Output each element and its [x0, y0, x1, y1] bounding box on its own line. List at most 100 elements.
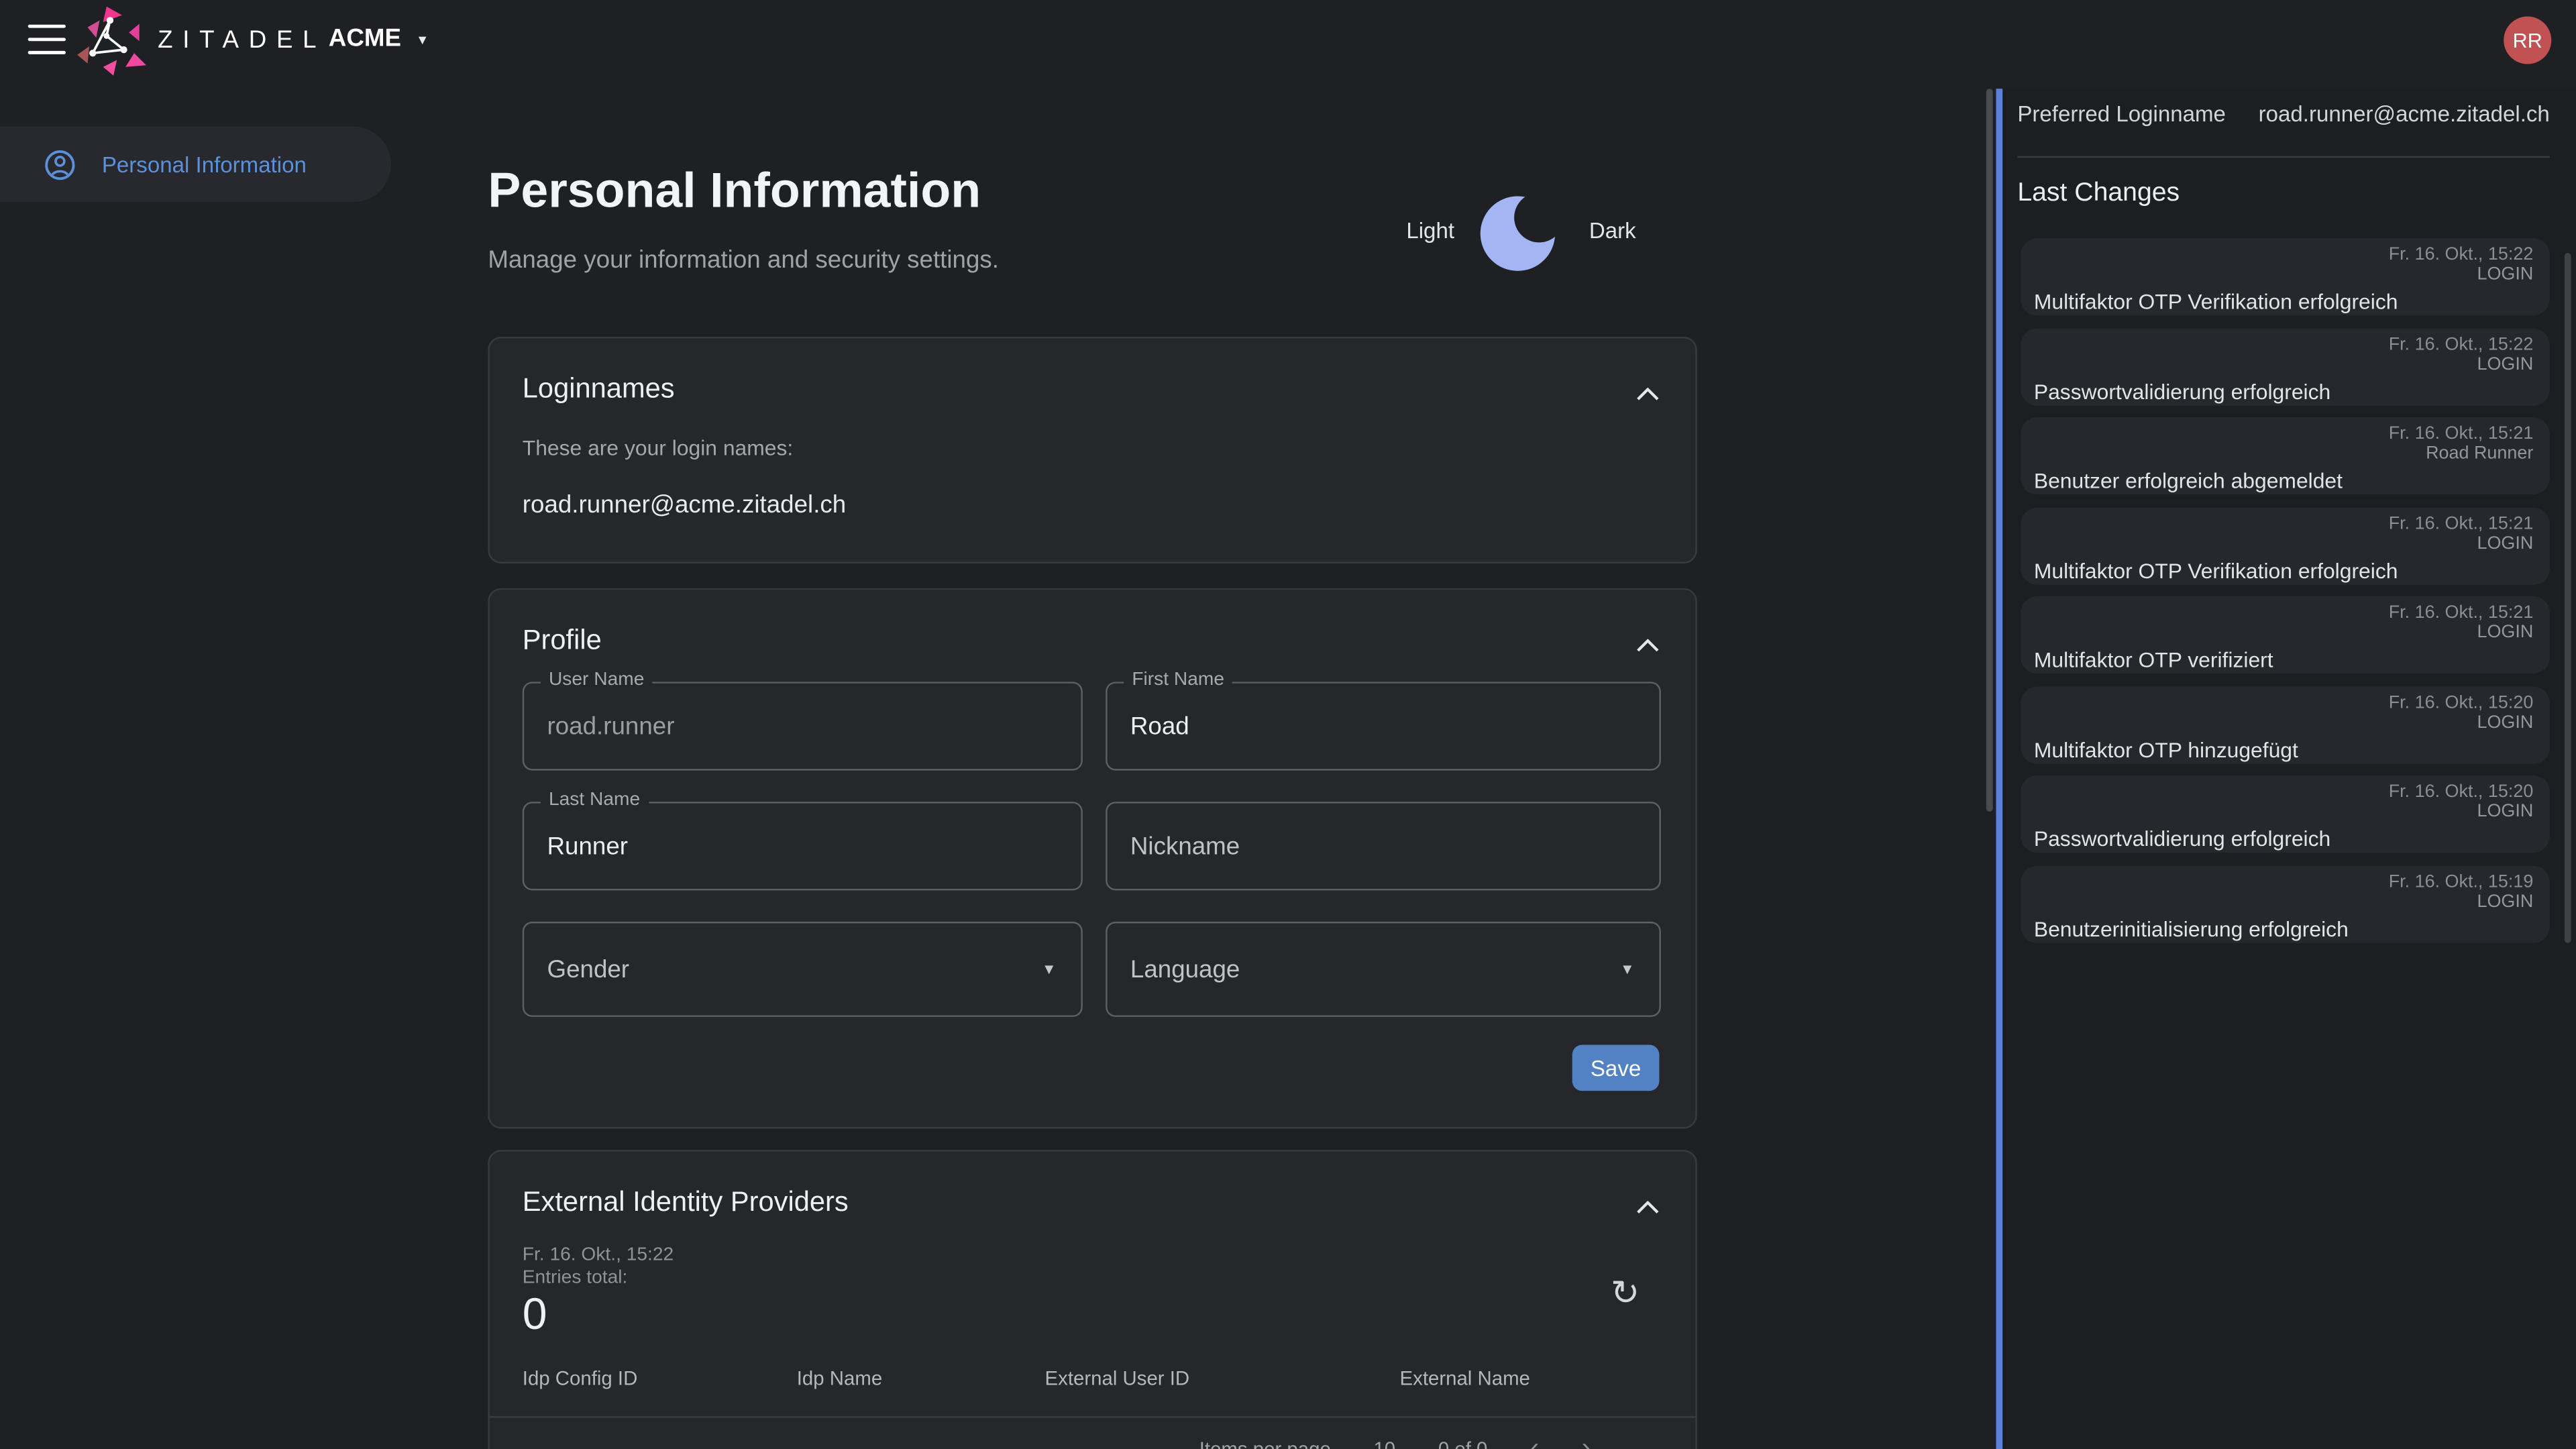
event-actor: LOGIN: [2034, 533, 2533, 553]
theme-toggle: Light Dark: [1406, 187, 1635, 272]
event-description: Benutzerinitialisierung erfolgreich: [2034, 916, 2533, 942]
event-actor: LOGIN: [2034, 623, 2533, 642]
external-idp-card: External Identity Providers Fr. 16. Okt.…: [488, 1150, 1697, 1449]
save-button[interactable]: Save: [1572, 1045, 1660, 1091]
event-description: Multifaktor OTP Verifikation erfolgreich: [2034, 557, 2533, 584]
change-event-item[interactable]: Fr. 16. Okt., 15:21 LOGIN Multifaktor OT…: [2021, 507, 2550, 584]
change-event-item[interactable]: Fr. 16. Okt., 15:21 Road Runner Benutzer…: [2021, 417, 2550, 494]
event-description: Passwortvalidierung erfolgreich: [2034, 378, 2533, 405]
first-name-value: Road: [1130, 712, 1189, 741]
sidebar-accent-divider: [1995, 89, 2002, 1449]
theme-light-label[interactable]: Light: [1406, 217, 1454, 242]
collapse-chevron-up-icon[interactable]: [1636, 633, 1659, 657]
column-header-external-user-id: External User ID: [1045, 1367, 1190, 1390]
change-event-item[interactable]: Fr. 16. Okt., 15:19 LOGIN Benutzerinitia…: [2021, 865, 2550, 942]
collapse-chevron-up-icon[interactable]: [1636, 381, 1659, 406]
user-name-label: User Name: [541, 670, 653, 690]
person-icon: [44, 149, 76, 180]
event-timestamp: Fr. 16. Okt., 15:20: [2034, 692, 2533, 712]
change-event-item[interactable]: Fr. 16. Okt., 15:22 LOGIN Multifaktor OT…: [2021, 238, 2550, 315]
page-subtitle: Manage your information and security set…: [488, 246, 999, 274]
theme-dark-label[interactable]: Dark: [1589, 217, 1636, 242]
chevron-down-icon: ▼: [416, 33, 429, 48]
event-timestamp: Fr. 16. Okt., 15:22: [2034, 334, 2533, 354]
items-per-page-value[interactable]: 10: [1373, 1438, 1395, 1449]
changes-sidebar: Preferred Loginname road.runner@acme.zit…: [2002, 89, 2576, 1449]
next-page-icon[interactable]: ›: [1582, 1439, 1591, 1449]
event-timestamp: Fr. 16. Okt., 15:21: [2034, 424, 2533, 443]
loginname-value: road.runner@acme.zitadel.ch: [523, 491, 846, 519]
column-header-idp-name: Idp Name: [797, 1367, 882, 1390]
language-placeholder: Language: [1130, 955, 1240, 983]
event-actor: LOGIN: [2034, 264, 2533, 284]
change-event-item[interactable]: Fr. 16. Okt., 15:21 LOGIN Multifaktor OT…: [2021, 596, 2550, 674]
loginnames-card: Loginnames These are your login names: r…: [488, 337, 1697, 564]
profile-card: Profile User Name road.runner First Name…: [488, 588, 1697, 1129]
change-event-item[interactable]: Fr. 16. Okt., 15:22 LOGIN Passwortvalidi…: [2021, 328, 2550, 405]
changes-scrollbar[interactable]: [2565, 253, 2571, 943]
sidebar-item-personal-information[interactable]: Personal Information: [0, 127, 391, 203]
nickname-placeholder: Nickname: [1130, 832, 1240, 860]
event-actor: LOGIN: [2034, 892, 2533, 911]
gender-select[interactable]: Gender ▼: [523, 922, 1083, 1017]
preferred-loginname-value: road.runner@acme.zitadel.ch: [2259, 102, 2550, 127]
hamburger-menu-icon[interactable]: [28, 25, 66, 54]
last-changes-list: Fr. 16. Okt., 15:22 LOGIN Multifaktor OT…: [2021, 238, 2550, 955]
event-description: Multifaktor OTP Verifikation erfolgreich: [2034, 289, 2533, 315]
org-name: ACME: [329, 25, 401, 53]
first-name-label: First Name: [1124, 670, 1232, 690]
event-timestamp: Fr. 16. Okt., 15:21: [2034, 513, 2533, 533]
column-header-external-name: External Name: [1400, 1367, 1530, 1390]
page-range: 0 of 0: [1438, 1438, 1488, 1449]
sidebar-item-label: Personal Information: [102, 152, 307, 177]
preferred-loginname-label: Preferred Loginname: [2017, 102, 2226, 127]
change-event-item[interactable]: Fr. 16. Okt., 15:20 LOGIN Multifaktor OT…: [2021, 686, 2550, 763]
event-description: Passwortvalidierung erfolgreich: [2034, 826, 2533, 853]
change-event-item[interactable]: Fr. 16. Okt., 15:20 LOGIN Passwortvalidi…: [2021, 775, 2550, 853]
profile-title: Profile: [523, 625, 602, 657]
sidebar-divider: [2017, 156, 2549, 158]
column-header-idp-config-id: Idp Config ID: [523, 1367, 638, 1390]
table-divider: [490, 1416, 1696, 1417]
event-description: Benutzer erfolgreich abgemeldet: [2034, 468, 2533, 494]
entries-total-label: Entries total:: [523, 1269, 628, 1288]
first-name-field[interactable]: First Name Road: [1106, 682, 1661, 770]
zitadel-logo-icon: [77, 7, 146, 76]
loginnames-title: Loginnames: [523, 373, 675, 406]
zitadel-console: ZITADEL ACME ▼ RR Personal Information P…: [0, 0, 2576, 1449]
event-description: Multifaktor OTP hinzugefügt: [2034, 737, 2533, 763]
paginator: Items per page 10 0 of 0 ‹ ›: [1199, 1438, 1591, 1449]
last-name-label: Last Name: [541, 790, 649, 810]
items-per-page-label: Items per page: [1199, 1438, 1331, 1449]
event-actor: LOGIN: [2034, 712, 2533, 732]
event-timestamp: Fr. 16. Okt., 15:20: [2034, 782, 2533, 802]
event-actor: LOGIN: [2034, 354, 2533, 374]
loginnames-description: These are your login names:: [523, 435, 794, 460]
dropdown-arrow-icon: ▼: [1042, 961, 1057, 977]
language-select[interactable]: Language ▼: [1106, 922, 1661, 1017]
event-actor: LOGIN: [2034, 802, 2533, 821]
nickname-field[interactable]: Nickname: [1106, 802, 1661, 890]
refresh-icon[interactable]: ↻: [1611, 1273, 1640, 1314]
org-switcher[interactable]: ACME ▼: [329, 25, 429, 53]
event-actor: Road Runner: [2034, 443, 2533, 463]
entries-total-value: 0: [523, 1289, 547, 1340]
user-name-value: road.runner: [547, 712, 675, 741]
last-name-value: Runner: [547, 832, 628, 860]
idp-timestamp: Fr. 16. Okt., 15:22: [523, 1245, 674, 1265]
event-timestamp: Fr. 16. Okt., 15:22: [2034, 245, 2533, 264]
collapse-chevron-up-icon[interactable]: [1636, 1194, 1659, 1219]
event-timestamp: Fr. 16. Okt., 15:19: [2034, 871, 2533, 891]
dropdown-arrow-icon: ▼: [1620, 961, 1635, 977]
user-name-field[interactable]: User Name road.runner: [523, 682, 1083, 770]
user-avatar[interactable]: RR: [2504, 16, 2551, 64]
previous-page-icon[interactable]: ‹: [1530, 1439, 1539, 1449]
moon-icon[interactable]: [1479, 187, 1564, 272]
gender-placeholder: Gender: [547, 955, 630, 983]
event-description: Multifaktor OTP verifiziert: [2034, 647, 2533, 674]
external-idp-title: External Identity Providers: [523, 1186, 849, 1219]
main-scrollbar[interactable]: [1986, 89, 1993, 812]
last-name-field[interactable]: Last Name Runner: [523, 802, 1083, 890]
event-timestamp: Fr. 16. Okt., 15:21: [2034, 603, 2533, 623]
page-title: Personal Information: [488, 164, 981, 220]
